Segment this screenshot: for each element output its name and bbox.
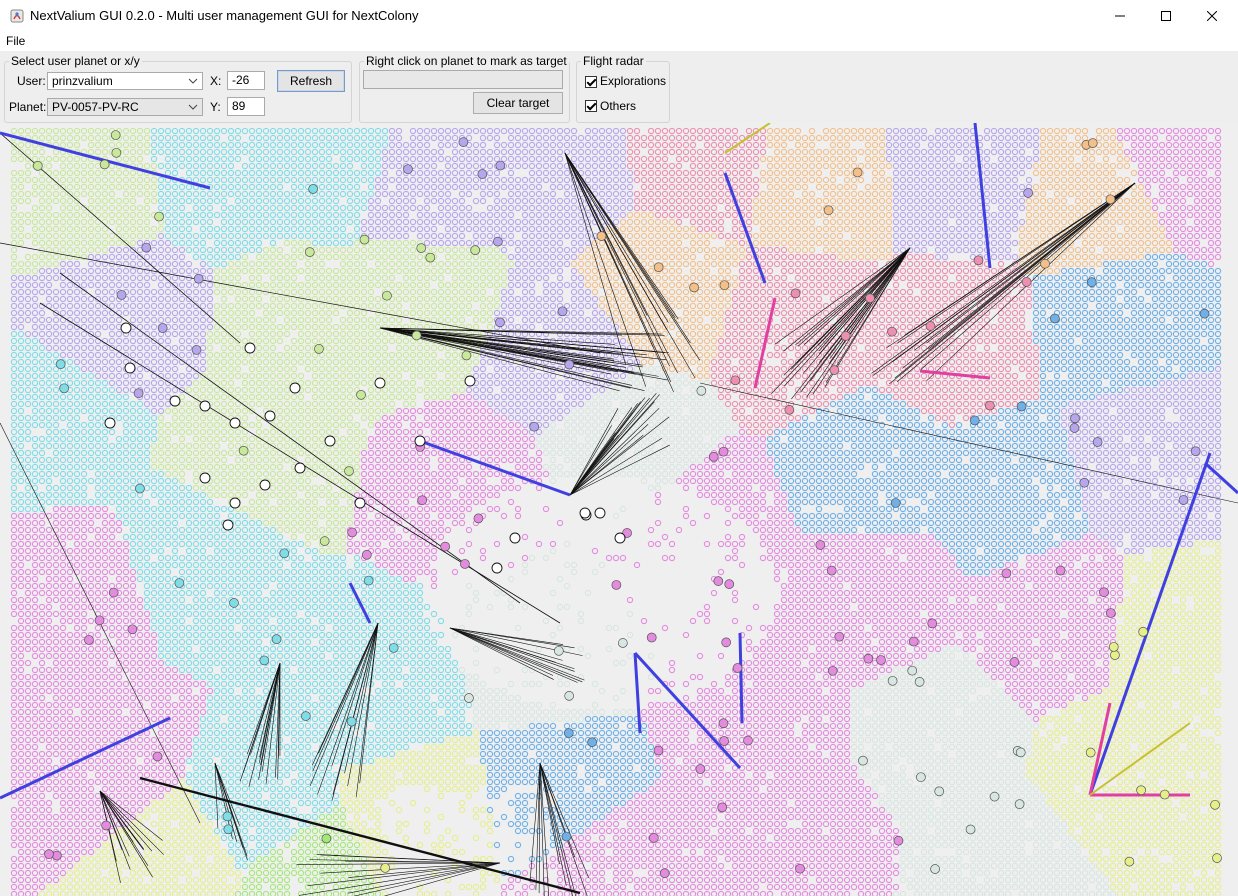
select-planet-group: Select user planet or x/y User: prinzval… [4,54,352,123]
menu-file[interactable]: File [6,34,25,48]
close-icon [1207,11,1217,21]
maximize-button[interactable] [1143,0,1189,32]
target-group-title: Right click on planet to mark as target [364,54,569,68]
galaxy-map[interactable] [0,123,1238,896]
y-label: Y: [210,100,221,114]
minimize-button[interactable] [1097,0,1143,32]
explorations-checkbox[interactable] [585,76,597,88]
user-combo-value: prinzvalium [52,74,113,88]
target-group: Right click on planet to mark as target … [359,54,570,123]
planet-label: Planet: [9,100,47,114]
java-app-icon [10,9,24,23]
planet-combo-value: PV-0057-PV-RC [52,100,139,114]
close-button[interactable] [1189,0,1235,32]
minimize-icon [1115,15,1125,17]
menu-bar: File [0,32,1238,51]
flight-radar-title: Flight radar [581,54,646,68]
target-field [363,70,563,89]
maximize-icon [1161,11,1171,21]
clear-target-button[interactable]: Clear target [473,92,563,114]
y-coordinate-field[interactable]: 89 [227,97,265,116]
explorations-label: Explorations [600,74,667,88]
flight-radar-group: Flight radar Explorations Others [576,54,670,123]
select-group-title: Select user planet or x/y [9,54,142,68]
chevron-down-icon [188,104,198,110]
others-checkbox[interactable] [585,100,597,112]
galaxy-map-canvas[interactable] [0,123,1238,896]
window-title: NextValium GUI 0.2.0 - Multi user manage… [30,8,419,23]
chevron-down-icon [188,78,198,84]
user-combo[interactable]: prinzvalium [47,72,203,90]
title-bar: NextValium GUI 0.2.0 - Multi user manage… [0,0,1238,33]
others-label: Others [600,99,637,113]
x-coordinate-field[interactable]: -26 [227,71,265,90]
x-label: X: [210,74,222,88]
user-label: User: [17,74,46,88]
planet-combo[interactable]: PV-0057-PV-RC [47,98,203,116]
sector-dots [10,127,1222,896]
refresh-button[interactable]: Refresh [277,70,345,92]
control-panel: Select user planet or x/y User: prinzval… [0,51,1238,123]
